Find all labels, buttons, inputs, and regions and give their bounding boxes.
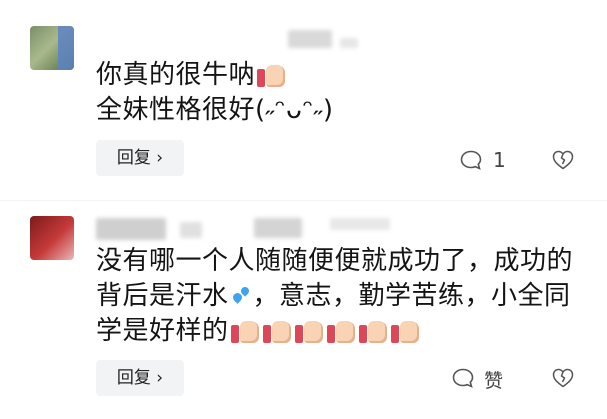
thumbs-up-emoji bbox=[390, 317, 419, 343]
broken-heart-icon[interactable] bbox=[552, 150, 574, 170]
sweat-droplets-emoji bbox=[230, 284, 251, 306]
comment-line: 没有哪一个人随随便便就成功了，成功的 bbox=[96, 246, 574, 276]
username-blurred-part bbox=[254, 218, 302, 238]
avatar[interactable] bbox=[30, 216, 74, 260]
username-blurred-part bbox=[330, 218, 390, 230]
comment-line: 你真的很牛呐 bbox=[96, 60, 256, 90]
thumbs-up-emoji bbox=[262, 317, 291, 343]
comment-line: 全妹性格很好(˶ᵔᴗᵔ˶) bbox=[96, 95, 334, 125]
comment-line: 学是好样的 bbox=[96, 316, 229, 346]
chat-bubble-icon[interactable] bbox=[452, 368, 474, 388]
comment-item: 你真的很牛呐 全妹性格很好(˶ᵔᴗᵔ˶) 回复 › 1 bbox=[0, 0, 607, 200]
chat-bubble-icon[interactable] bbox=[460, 150, 482, 170]
username-blurred-suffix bbox=[340, 38, 358, 48]
like-count: 1 bbox=[493, 148, 506, 172]
thumbs-up-emoji bbox=[326, 317, 355, 343]
comment-text: 你真的很牛呐 全妹性格很好(˶ᵔᴗᵔ˶) bbox=[96, 58, 334, 128]
broken-heart-icon[interactable] bbox=[552, 368, 574, 388]
like-label[interactable]: 赞 bbox=[484, 366, 503, 393]
thumbs-up-emoji bbox=[230, 317, 259, 343]
thumbs-up-emoji bbox=[294, 317, 323, 343]
username-blurred[interactable] bbox=[96, 218, 166, 240]
reply-button[interactable]: 回复 › bbox=[96, 140, 184, 176]
avatar[interactable] bbox=[30, 26, 74, 70]
comment-item: 没有哪一个人随随便便就成功了，成功的 背后是汗水 ，意志，勤学苦练，小全同 学是好… bbox=[0, 200, 607, 419]
thumbs-up-emoji bbox=[358, 317, 387, 343]
comment-text: 没有哪一个人随随便便就成功了，成功的 背后是汗水 ，意志，勤学苦练，小全同 学是好… bbox=[96, 244, 576, 349]
comment-line: ，意志，勤学苦练，小全同 bbox=[252, 281, 571, 311]
username-blurred-part bbox=[180, 222, 202, 238]
username-blurred[interactable] bbox=[288, 30, 332, 48]
comment-line: 背后是汗水 bbox=[96, 281, 229, 311]
reply-button[interactable]: 回复 › bbox=[96, 360, 184, 396]
thumbs-up-emoji bbox=[257, 61, 286, 87]
